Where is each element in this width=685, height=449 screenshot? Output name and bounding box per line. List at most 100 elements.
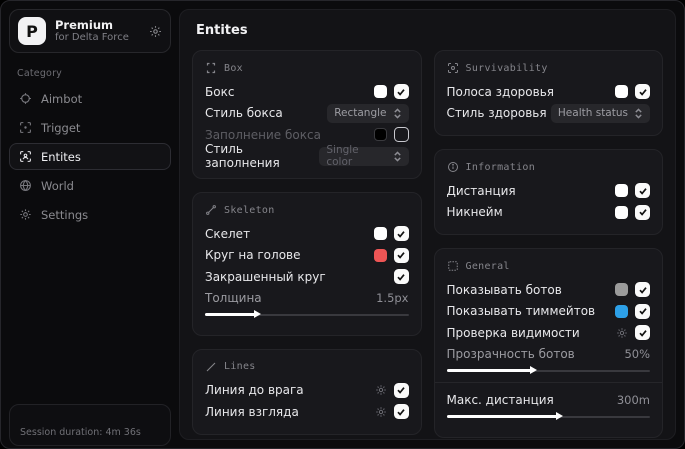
right-column: Survivability Полоса здоровья Стиль здор… [433, 50, 663, 438]
divider [434, 381, 662, 383]
box-enable-row: Бокс [205, 81, 409, 103]
setting-label: Никнейм [446, 205, 503, 220]
fill-style-row: Стиль заполнения Single color [205, 142, 409, 170]
color-swatch[interactable] [615, 184, 628, 198]
slider-thumb[interactable] [253, 310, 261, 318]
setting-label: Круг на голове [205, 248, 301, 263]
setting-label: Скелет [205, 226, 251, 241]
setting-label: Дистанция [446, 183, 516, 198]
max-distance-value: 300m [616, 392, 650, 407]
crosshair-icon [19, 92, 32, 105]
color-swatch[interactable] [373, 248, 387, 262]
checkbox-unchecked[interactable] [393, 127, 409, 143]
trigger-scope-icon [19, 121, 32, 134]
show-bots-row: Показывать ботов [447, 279, 650, 301]
color-swatch[interactable] [373, 227, 387, 241]
card-title: Lines [224, 361, 256, 372]
session-box: Session duration: 4m 36s [9, 404, 171, 446]
box-style-row: Стиль бокса Rectangle [205, 103, 409, 125]
dropdown-value: Health status [557, 107, 628, 120]
sidebar-item-label: Aimbot [41, 91, 83, 106]
sidebar-item-entites[interactable]: Entites [9, 143, 171, 170]
color-swatch[interactable] [615, 304, 628, 318]
enemy-line-row: Линия до врага [205, 380, 409, 402]
premium-title: Premium [55, 17, 113, 32]
setting-label: Толщина [205, 290, 262, 305]
head-circle-row: Круг на голове [205, 245, 409, 267]
unfold-icon [393, 151, 402, 162]
gear-icon [19, 208, 32, 221]
setting-label: Стиль заполнения [205, 142, 280, 171]
checkbox-checked[interactable] [393, 269, 409, 285]
max-distance-slider[interactable] [446, 412, 650, 422]
category-label: Category [17, 68, 62, 79]
slider-thumb[interactable] [556, 412, 564, 420]
checkbox-checked[interactable] [635, 204, 650, 220]
sidebar-item-trigget[interactable]: Trigget [9, 114, 171, 141]
session-duration: Session duration: 4m 36s [20, 427, 141, 438]
checkbox-checked[interactable] [635, 303, 650, 319]
thickness-value: 1.5px [376, 290, 409, 305]
bot-opacity-slider[interactable] [446, 366, 650, 376]
sidebar: P Premium for Delta Force Category Aimbo… [1, 1, 179, 448]
checkbox-checked[interactable] [635, 183, 650, 199]
entities-scan-icon [19, 150, 32, 163]
setting-label: Показывать тиммейтов [446, 304, 596, 319]
line-settings-gear-icon[interactable] [375, 406, 387, 418]
thickness-slider[interactable] [205, 310, 409, 320]
box-style-dropdown[interactable]: Rectangle [327, 103, 409, 123]
sidebar-item-label: Entites [41, 149, 81, 164]
card-title: General [465, 260, 510, 272]
color-swatch[interactable] [373, 128, 387, 142]
setting-label: Полоса здоровья [446, 84, 554, 99]
setting-label: Стиль здоровья [446, 106, 547, 121]
sidebar-item-aimbot[interactable]: Aimbot [9, 85, 171, 112]
checkbox-checked[interactable] [393, 226, 409, 242]
health-style-dropdown[interactable]: Health status [550, 103, 650, 123]
checkbox-checked[interactable] [393, 382, 409, 398]
sidebar-item-world[interactable]: World [9, 172, 171, 199]
sidebar-nav: Aimbot Trigget Entites World Settings [9, 85, 171, 228]
app-window: P Premium for Delta Force Category Aimbo… [0, 0, 685, 449]
scan-dot-icon [447, 62, 459, 74]
view-line-row: Линия взгляда [205, 401, 409, 423]
color-swatch[interactable] [615, 85, 628, 99]
checkbox-checked[interactable] [635, 325, 650, 341]
sidebar-item-label: World [41, 178, 74, 193]
line-settings-gear-icon[interactable] [375, 384, 387, 396]
fill-style-dropdown[interactable]: Single color [319, 144, 409, 169]
slider-thumb[interactable] [529, 366, 537, 374]
dropdown-value: Rectangle [334, 107, 387, 120]
sidebar-item-label: Trigget [41, 120, 81, 135]
skeleton-enable-row: Скелет [205, 223, 409, 245]
show-teammates-row: Показывать тиммейтов [446, 301, 650, 323]
checkbox-checked[interactable] [393, 404, 409, 420]
color-swatch[interactable] [615, 205, 628, 219]
skeleton-card: Skeleton Скелет Круг на голове Закрашенн… [192, 192, 422, 336]
sidebar-item-settings[interactable]: Settings [9, 201, 171, 228]
checkbox-checked[interactable] [393, 247, 409, 263]
card-title: Survivability [465, 62, 548, 74]
card-title: Information [465, 161, 536, 173]
checkbox-checked[interactable] [393, 84, 409, 100]
setting-label: Закрашенный круг [205, 269, 326, 284]
color-swatch[interactable] [615, 283, 628, 297]
dropdown-value: Single color [326, 144, 359, 169]
bot-opacity-row: Прозрачность ботов 50% [447, 344, 651, 364]
checkbox-checked[interactable] [635, 84, 650, 100]
diagonal-line-icon [205, 361, 217, 373]
visibility-settings-gear-icon[interactable] [616, 327, 628, 339]
header-gear-icon[interactable] [149, 25, 162, 38]
card-title: Box [224, 62, 243, 74]
card-title: Skeleton [224, 204, 275, 216]
main-panel: Entites Box Бокс Стиль бокса Rectangle З… [179, 9, 676, 440]
setting-label: Прозрачность ботов [446, 346, 575, 361]
health-style-row: Стиль здоровья Health status [446, 103, 650, 125]
premium-subtitle: for Delta Force [55, 31, 129, 43]
unfold-icon [634, 108, 643, 119]
survivability-card: Survivability Полоса здоровья Стиль здор… [433, 50, 663, 136]
box-brackets-icon [205, 62, 217, 74]
checkbox-checked[interactable] [635, 282, 650, 298]
thickness-row: Толщина 1.5px [205, 288, 409, 308]
color-swatch[interactable] [373, 85, 387, 99]
